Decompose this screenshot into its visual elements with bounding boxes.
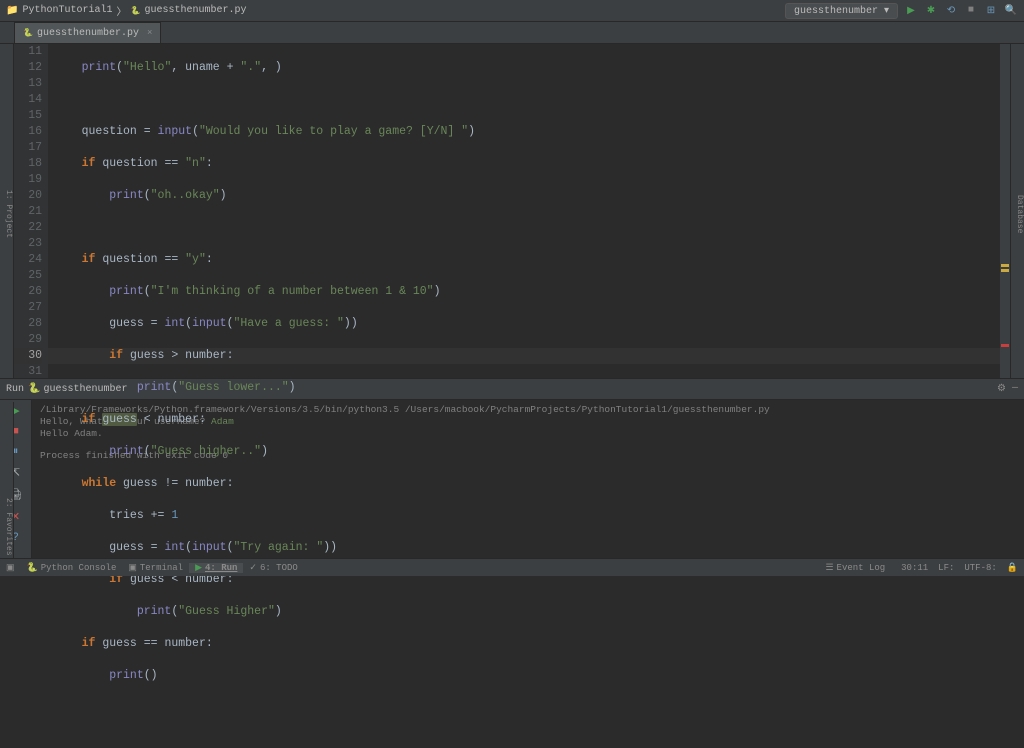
tab-guessthenumber[interactable]: 🐍 guessthenumber.py × (14, 22, 161, 43)
folder-icon: 📁 (6, 5, 18, 17)
run-config-selector[interactable]: guessthenumber ▾ (785, 3, 898, 19)
toolbar-right: guessthenumber ▾ ▶ ✱ ⟲ ■ ⊞ 🔍 (785, 3, 1018, 19)
attach-button[interactable]: ⟲ (944, 4, 958, 18)
run-button[interactable]: ▶ (904, 4, 918, 18)
stop-button[interactable]: ■ (964, 4, 978, 18)
warning-marker[interactable] (1001, 269, 1009, 272)
tab-python-console[interactable]: 🐍 Python Console (21, 563, 123, 573)
left-tool-gutter: 1: Project 7: Structure (0, 44, 14, 378)
chevron-right-icon: 〉 (116, 3, 126, 19)
error-marker[interactable] (1001, 344, 1009, 347)
left-bottom-gutter: 2: Favorites (0, 402, 14, 562)
cursor-position: 30:11 (901, 563, 928, 573)
tab-terminal[interactable]: ▣ Terminal (122, 563, 189, 573)
line-separator[interactable]: LF: (938, 563, 954, 573)
breadcrumb-file[interactable]: guessthenumber.py (144, 5, 246, 16)
encoding[interactable]: UTF-8: (964, 563, 996, 573)
tab-todo[interactable]: ✓ 6: TODO (243, 563, 303, 573)
tab-label: guessthenumber.py (37, 28, 139, 39)
event-log[interactable]: ☰ Event Log (819, 563, 891, 573)
right-tool-gutter: Database (1010, 44, 1024, 378)
run-title: Run (6, 384, 24, 395)
minimize-icon[interactable]: — (1012, 383, 1018, 395)
lock-icon[interactable]: 🔒 (1007, 563, 1018, 573)
line-gutter: 1112131415161718192021222324252627282930… (14, 44, 48, 378)
tab-run[interactable]: ▶ 4: Run (189, 563, 243, 573)
top-toolbar: 📁 PythonTutorial1 〉 🐍 guessthenumber.py … (0, 0, 1024, 22)
debug-button[interactable]: ✱ (924, 4, 938, 18)
vcs-update-icon[interactable]: ⊞ (984, 4, 998, 18)
editor-scrollbar[interactable] (1000, 44, 1010, 378)
editor[interactable]: 1112131415161718192021222324252627282930… (14, 44, 1010, 378)
editor-tabs: 🐍 guessthenumber.py × (0, 22, 1024, 44)
bottom-tool-bar: ▣ 🐍 Python Console ▣ Terminal ▶ 4: Run ✓… (0, 558, 1024, 576)
python-file-icon: 🐍 (23, 28, 33, 38)
breadcrumb-project[interactable]: PythonTutorial1 (22, 5, 112, 16)
tool-database[interactable]: Database (1015, 195, 1024, 233)
breadcrumb[interactable]: 📁 PythonTutorial1 〉 🐍 guessthenumber.py (6, 3, 246, 19)
close-icon[interactable]: × (147, 28, 152, 38)
warning-marker[interactable] (1001, 264, 1009, 267)
python-file-icon: 🐍 (130, 6, 140, 16)
tool-windows-icon[interactable]: ▣ (6, 563, 15, 573)
tool-project[interactable]: 1: Project (4, 190, 13, 238)
chevron-down-icon: ▾ (884, 6, 889, 17)
tool-favorites[interactable]: 2: Favorites (0, 498, 13, 556)
code-area[interactable]: print("Hello", uname + ".", ) question =… (48, 44, 1010, 378)
search-icon[interactable]: 🔍 (1004, 4, 1018, 18)
